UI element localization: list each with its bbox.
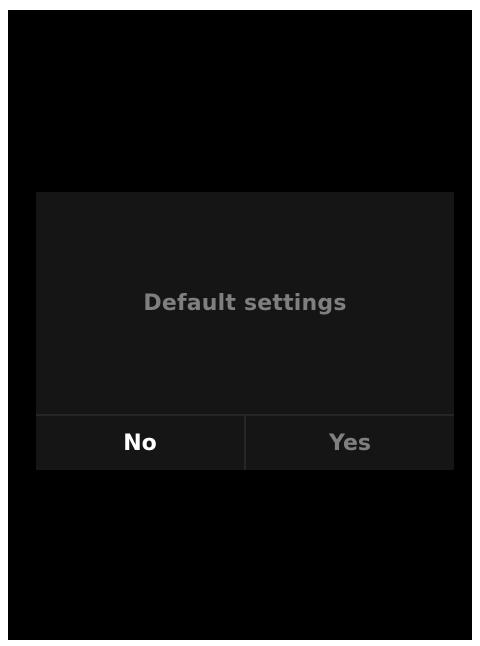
confirm-dialog: Default settings No Yes [36, 192, 454, 470]
no-button[interactable]: No [36, 416, 244, 470]
dialog-message: Default settings [143, 290, 347, 316]
device-screen: Default settings No Yes [8, 10, 472, 640]
yes-button[interactable]: Yes [246, 416, 454, 470]
dialog-message-area: Default settings [36, 192, 454, 414]
